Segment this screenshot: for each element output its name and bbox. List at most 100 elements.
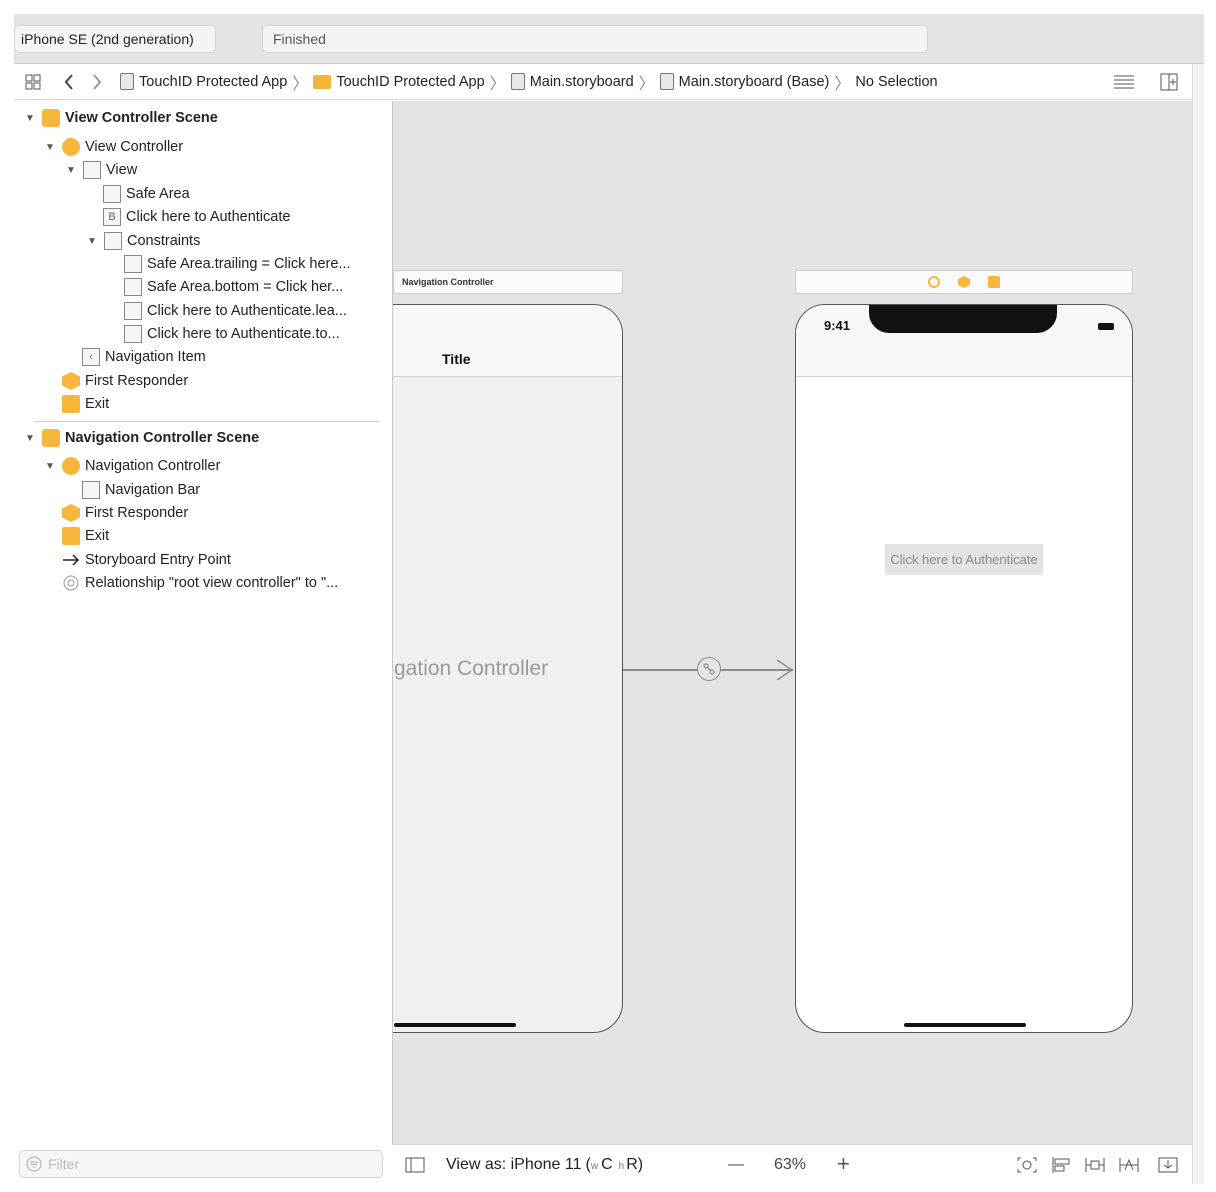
breadcrumb-storyboard-label: Main.storyboard [529,73,634,90]
view-controller-icon [62,138,80,156]
inspector-edge [1192,64,1204,1184]
outline-label: Storyboard Entry Point [85,552,231,568]
scene-icon [42,109,60,127]
arrow-right-icon [62,551,80,569]
first-responder-icon [62,504,80,522]
breadcrumb-folder[interactable]: TouchID Protected App [313,74,485,90]
navigation-item-icon: ‹ [82,348,100,366]
outline-label: View Controller Scene [65,110,218,126]
outline-label: Navigation Item [105,349,206,365]
outline-label: View Controller [85,139,184,155]
outline-item-constraint[interactable]: Safe Area.bottom = Click her... [124,276,343,298]
size-class-w: w [590,1160,599,1172]
disclosure-triangle-icon[interactable]: ▼ [24,432,36,444]
breadcrumb-storyboard-base[interactable]: Main.storyboard (Base) [659,73,829,90]
authenticate-button[interactable]: Click here to Authenticate [885,544,1043,575]
embed-in-icon[interactable] [1157,1156,1179,1174]
outline-item-navigation-item[interactable]: ‹ Navigation Item [82,346,206,368]
outline-label: Click here to Authenticate [126,209,291,225]
forward-chevron-icon[interactable] [86,73,108,90]
outline-item-view[interactable]: ▼ View [65,159,137,181]
size-class-r: R [626,1155,638,1173]
outline-item-constraints[interactable]: ▼ Constraints [86,230,200,252]
breadcrumb-storyboard[interactable]: Main.storyboard [510,73,634,90]
align-icon[interactable] [1051,1156,1073,1174]
outline-item-entry-point[interactable]: Storyboard Entry Point [62,549,231,571]
storyboard-file-icon [659,73,674,90]
navigation-title: Title [442,351,471,367]
battery-icon [1098,323,1114,330]
document-items-list-icon[interactable] [1112,74,1136,90]
back-chevron-icon[interactable] [58,73,80,90]
outline-item-constraint[interactable]: Safe Area.trailing = Click here... [124,253,351,275]
disclosure-triangle-icon[interactable]: ▼ [65,164,77,176]
view-controller-scene-bar[interactable] [795,270,1133,294]
first-responder-dock-icon[interactable] [958,276,970,288]
update-frames-icon[interactable] [1016,1156,1038,1174]
outline-item-safe-area[interactable]: Safe Area [103,183,190,205]
navigation-bar-icon [82,481,100,499]
scheme-device-selector[interactable]: iPhone SE (2nd generation) [14,25,216,53]
add-constraints-icon[interactable] [1084,1156,1106,1174]
navigation-bar[interactable]: Title [393,305,622,377]
storyboard-canvas[interactable]: Navigation Controller Title gation Contr… [392,101,1192,1144]
nav-controller-phone-frame[interactable]: Title gation Controller [393,304,623,1033]
outline-item-navigation-bar[interactable]: Navigation Bar [82,479,200,501]
outline-label: Navigation Controller Scene [65,430,260,446]
outline-item-constraint[interactable]: Click here to Authenticate.to... [124,323,340,345]
outline-item-first-responder[interactable]: First Responder [62,502,188,524]
jump-bar: TouchID Protected App 〉 TouchID Protecte… [14,64,1204,100]
breadcrumb-project[interactable]: TouchID Protected App [120,73,287,90]
scheme-device-label: iPhone SE (2nd generation) [21,31,194,47]
disclosure-triangle-icon[interactable]: ▼ [24,112,36,124]
view-icon [83,161,101,179]
outline-item-nav-scene[interactable]: ▼ Navigation Controller Scene [24,427,259,449]
constraints-icon [104,232,122,250]
status-bar-time: 9:41 [824,318,851,333]
breadcrumb-separator-icon: 〉 [638,75,655,93]
disclosure-triangle-icon[interactable]: ▼ [44,141,56,153]
canvas-bottom-bar: View as: iPhone 11 ( w C h R ) — 63% + [392,1144,1192,1184]
outline-item-first-responder[interactable]: First Responder [62,370,188,392]
resolve-issues-icon[interactable] [1118,1156,1140,1174]
outline-label: Constraints [127,233,201,249]
outline-item-exit[interactable]: Exit [62,525,109,547]
constraint-icon [124,302,142,320]
view-controller-dock-icon[interactable] [928,276,940,288]
related-items-grid-icon[interactable] [20,74,46,90]
outline-item-relationship[interactable]: Relationship "root view controller" to "… [62,572,338,594]
outline-filter-field[interactable]: Filter [19,1150,383,1178]
outline-label: First Responder [85,505,189,521]
outline-item-constraint[interactable]: Click here to Authenticate.lea... [124,300,347,322]
nav-controller-scene-bar[interactable]: Navigation Controller [393,270,623,294]
add-editor-icon[interactable] [1158,73,1180,91]
disclosure-triangle-icon[interactable]: ▼ [86,235,98,247]
device-config-button[interactable]: View as: iPhone 11 ( w C h R ) [446,1156,643,1174]
outline-label: Navigation Bar [105,482,201,498]
zoom-in-button[interactable]: + [837,1151,850,1177]
size-class-c: C [601,1155,613,1173]
outline-label: Click here to Authenticate.lea... [147,303,347,319]
outline-label: Safe Area.bottom = Click her... [147,279,344,295]
zoom-out-button[interactable]: — [728,1156,744,1174]
disclosure-triangle-icon[interactable]: ▼ [44,460,56,472]
outline-item-vc-scene[interactable]: ▼ View Controller Scene [24,107,218,129]
view-as-label: View as: iPhone 11 [446,1155,582,1173]
exit-icon [62,527,80,545]
toggle-outline-icon[interactable] [405,1157,425,1173]
outline-item-navigation-controller[interactable]: ▼ Navigation Controller [44,455,220,477]
top-toolbar: iPhone SE (2nd generation) Finished [14,14,1204,64]
phone-notch [869,305,1057,333]
outline-item-exit[interactable]: Exit [62,393,109,415]
breadcrumb-selection[interactable]: No Selection [855,74,937,90]
outline-item-view-controller[interactable]: ▼ View Controller [44,136,183,158]
exit-dock-icon[interactable] [988,276,1000,288]
outline-label: Safe Area [126,186,190,202]
size-class-h: h [618,1160,625,1172]
view-controller-phone-frame[interactable]: 9:41 Click here to Authenticate [795,304,1133,1033]
relationship-segue-icon[interactable] [697,657,721,681]
outline-item-button[interactable]: B Click here to Authenticate [103,206,290,228]
folder-icon [313,74,332,89]
breadcrumb-separator-icon: 〉 [489,75,506,93]
exit-icon [62,395,80,413]
